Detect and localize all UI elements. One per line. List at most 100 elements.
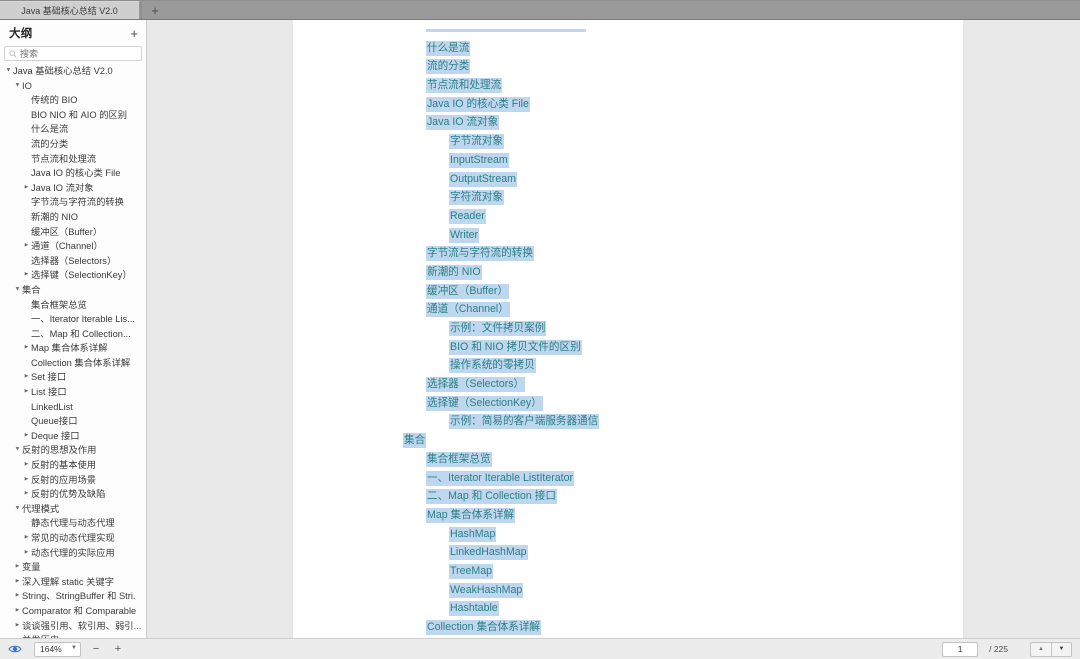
- chevron-right-icon[interactable]: ►: [22, 428, 31, 443]
- outline-item[interactable]: ► 反射的基本使用: [0, 458, 146, 473]
- chevron-down-icon[interactable]: ▼: [13, 501, 22, 516]
- outline-item[interactable]: ► Comparator 和 Comparable: [0, 604, 146, 619]
- chevron-right-icon[interactable]: ►: [22, 370, 31, 385]
- document-viewer[interactable]: 什么是流 流的分类 节点流和处理流 Java IO 的核心类 File Java IO …: [147, 20, 1080, 638]
- outline-item[interactable]: ►节点流和处理流: [0, 152, 146, 167]
- previous-page-button[interactable]: ▲: [1030, 641, 1051, 657]
- zoom-in-button[interactable]: +: [111, 642, 125, 656]
- document-line-text: TreeMap: [449, 563, 493, 579]
- app-window: Java 基础核心总结 V2.0 + 大纲 + ▼Java: [0, 0, 1080, 659]
- outline-item[interactable]: ►新潮的 NIO: [0, 210, 146, 225]
- chevron-right-icon[interactable]: ►: [22, 487, 31, 502]
- chevron-right-icon[interactable]: ►: [13, 589, 22, 604]
- zoom-out-button[interactable]: −: [89, 642, 103, 656]
- document-line-text: 集合框架总览: [426, 451, 492, 467]
- outline-item[interactable]: ► 谈谈强引用、软引用、弱引...: [0, 619, 146, 634]
- chevron-right-icon[interactable]: ►: [13, 574, 22, 589]
- outline-item[interactable]: ►Java IO 的核心类 File: [0, 166, 146, 181]
- document-line: 新潮的 NIO: [293, 263, 963, 282]
- document-line-text: 集合: [403, 433, 427, 449]
- search-input[interactable]: [20, 48, 137, 59]
- chevron-right-icon[interactable]: ►: [22, 239, 31, 254]
- outline-item[interactable]: ► List 接口: [0, 385, 146, 400]
- outline-item[interactable]: ►集合框架总览: [0, 298, 146, 313]
- document-line: 选择器（Selectors）: [293, 375, 963, 394]
- chevron-right-icon[interactable]: ►: [22, 341, 31, 356]
- add-outline-button[interactable]: +: [130, 27, 138, 40]
- chevron-down-icon[interactable]: ▼: [4, 64, 13, 79]
- outline-item-label: Comparator 和 Comparable: [22, 605, 137, 616]
- outline-tree[interactable]: ▼Java 基础核心总结 V2.0▼IO►传统的 BIO►BIO NIO 和 A…: [0, 63, 146, 638]
- chevron-down-icon[interactable]: ▼: [13, 443, 22, 458]
- chevron-right-icon[interactable]: ►: [13, 603, 22, 618]
- document-line: 二、Map 和 Collection 接口: [293, 487, 963, 506]
- outline-item[interactable]: ►流的分类: [0, 137, 146, 152]
- document-line-text: BIO 和 NIO 拷贝文件的区别: [449, 339, 582, 355]
- chevron-right-icon[interactable]: ►: [22, 531, 31, 546]
- chevron-down-icon[interactable]: ▼: [13, 78, 22, 93]
- chevron-right-icon[interactable]: ►: [22, 180, 31, 195]
- outline-item[interactable]: ► Deque 接口: [0, 429, 146, 444]
- chevron-right-icon[interactable]: ►: [22, 545, 31, 560]
- outline-item[interactable]: ►Collection 集合体系详解: [0, 356, 146, 371]
- page-number-input[interactable]: 1: [942, 641, 979, 657]
- outline-item[interactable]: ► Java IO 流对象: [0, 181, 146, 196]
- document-line-text: 通道（Channel）: [426, 302, 510, 318]
- new-tab-button[interactable]: +: [142, 1, 168, 19]
- outline-item[interactable]: ► 反射的应用场景: [0, 473, 146, 488]
- chevron-right-icon[interactable]: ►: [22, 385, 31, 400]
- chevron-right-icon[interactable]: ►: [22, 458, 31, 473]
- outline-item-label: 谈谈强引用、软引用、弱引...: [22, 620, 142, 631]
- status-bar: 164% ▼ − + 1 / 225 ▲ ▼: [0, 638, 1080, 659]
- outline-item[interactable]: ▼ 代理模式: [0, 502, 146, 517]
- chevron-right-icon[interactable]: ►: [13, 618, 22, 633]
- outline-item[interactable]: ► Set 接口: [0, 370, 146, 385]
- outline-item[interactable]: ►Queue接口: [0, 414, 146, 429]
- outline-item-label: Java 基础核心总结 V2.0: [13, 66, 113, 76]
- document-line: 什么是流: [293, 39, 963, 58]
- next-page-button[interactable]: ▼: [1051, 641, 1072, 657]
- outline-item[interactable]: ►静态代理与动态代理: [0, 516, 146, 531]
- outline-item[interactable]: ► 深入理解 static 关键字: [0, 575, 146, 590]
- outline-item[interactable]: ▼ 集合: [0, 283, 146, 298]
- search-box[interactable]: [4, 46, 142, 61]
- document-line: 缓冲区（Buffer）: [293, 282, 963, 301]
- outline-item[interactable]: ► Map 集合体系详解: [0, 341, 146, 356]
- outline-item-label: 反射的基本使用: [31, 460, 97, 471]
- outline-sidebar: 大纲 + ▼Java 基础核心总结 V2.0▼IO►传统的 BIO►BIO NI…: [0, 20, 147, 638]
- zoom-level-select[interactable]: 164% ▼: [34, 641, 81, 657]
- outline-item[interactable]: ►BIO NIO 和 AIO 的区别: [0, 108, 146, 123]
- outline-item[interactable]: ► String、StringBuffer 和 Stri.: [0, 589, 146, 604]
- outline-item[interactable]: ▼ 反射的思想及作用: [0, 443, 146, 458]
- chevron-down-icon[interactable]: ▼: [13, 282, 22, 297]
- chevron-right-icon[interactable]: ►: [22, 472, 31, 487]
- outline-item-label: Collection 集合体系详解: [31, 357, 131, 368]
- outline-item[interactable]: ►选择器（Selectors）: [0, 254, 146, 269]
- chevron-right-icon[interactable]: ►: [22, 268, 31, 283]
- outline-item[interactable]: ►传统的 BIO: [0, 93, 146, 108]
- outline-item[interactable]: ► 选择键（SelectionKey）: [0, 268, 146, 283]
- outline-item[interactable]: ►二、Map 和 Collection...: [0, 327, 146, 342]
- outline-item[interactable]: ►字节流与字符流的转换: [0, 195, 146, 210]
- outline-item[interactable]: ▼ Java 基础核心总结 V2.0: [0, 64, 146, 79]
- document-line-text: 新潮的 NIO: [426, 264, 482, 280]
- zoom-level-value: 164%: [40, 644, 62, 654]
- outline-item[interactable]: ►缓冲区（Buffer）: [0, 225, 146, 240]
- document-line-text: OutputStream: [449, 171, 517, 187]
- chevron-right-icon[interactable]: ►: [13, 560, 22, 575]
- outline-item[interactable]: ► 通道（Channel）: [0, 239, 146, 254]
- outline-item[interactable]: ► 常见的动态代理实现: [0, 531, 146, 546]
- tab-document[interactable]: Java 基础核心总结 V2.0: [0, 1, 140, 19]
- outline-item[interactable]: ►一、Iterator Iterable Lis...: [0, 312, 146, 327]
- outline-item[interactable]: ► 变量: [0, 560, 146, 575]
- outline-item[interactable]: ►什么是流: [0, 122, 146, 137]
- tab-label: Java 基础核心总结 V2.0: [21, 6, 118, 16]
- outline-item[interactable]: ► 反射的优势及缺陷: [0, 487, 146, 502]
- document-line-text: LinkedHashMap: [449, 545, 528, 561]
- outline-item[interactable]: ► 动态代理的实际应用: [0, 546, 146, 561]
- outline-item[interactable]: ►LinkedList: [0, 400, 146, 415]
- tab-bar-empty-area: [168, 1, 1080, 19]
- eye-icon[interactable]: [8, 642, 22, 656]
- document-line: Java IO 流对象: [293, 113, 963, 132]
- outline-item[interactable]: ▼ IO: [0, 79, 146, 94]
